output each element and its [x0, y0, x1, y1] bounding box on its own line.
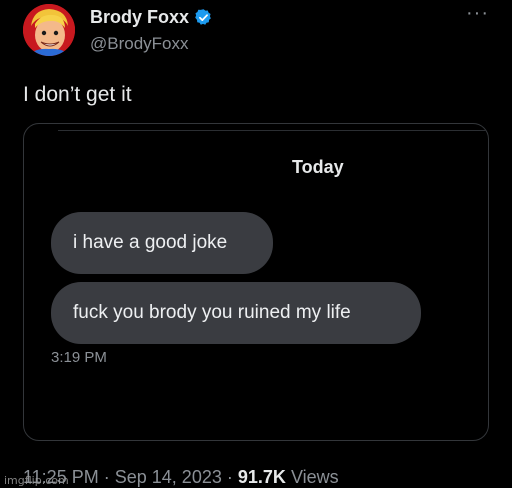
message-text: fuck you brody you ruined my life: [73, 302, 351, 323]
views-count: 91.7K: [237, 467, 286, 487]
avatar[interactable]: [23, 4, 75, 56]
author-handle[interactable]: @BrodyFoxx: [90, 34, 189, 54]
views-label: Views: [290, 467, 339, 487]
cartoon-avatar-icon: [23, 4, 75, 56]
separator: ·: [226, 467, 233, 487]
attached-image[interactable]: Today i have a good joke fuck you brody …: [23, 123, 489, 441]
tweet-meta: 11:25 PM · Sep 14, 2023 · 91.7K Views: [23, 467, 339, 488]
author-name-row: Brody Foxx: [90, 7, 213, 28]
verified-badge-icon: [195, 9, 211, 25]
author-name[interactable]: Brody Foxx: [90, 7, 189, 28]
message-text: i have a good joke: [73, 232, 228, 253]
tweet-text: I don’t get it: [23, 83, 132, 106]
message-bubble: fuck you brody you ruined my life: [51, 282, 421, 344]
tweet-date[interactable]: Sep 14, 2023: [115, 467, 222, 487]
divider: [58, 130, 488, 131]
watermark: imgflip.com: [4, 474, 69, 487]
separator: ·: [103, 467, 110, 487]
more-options-icon[interactable]: ···: [466, 2, 489, 25]
message-timestamp: 3:19 PM: [51, 349, 107, 366]
day-label: Today: [292, 157, 344, 177]
message-bubble: i have a good joke: [51, 212, 273, 274]
